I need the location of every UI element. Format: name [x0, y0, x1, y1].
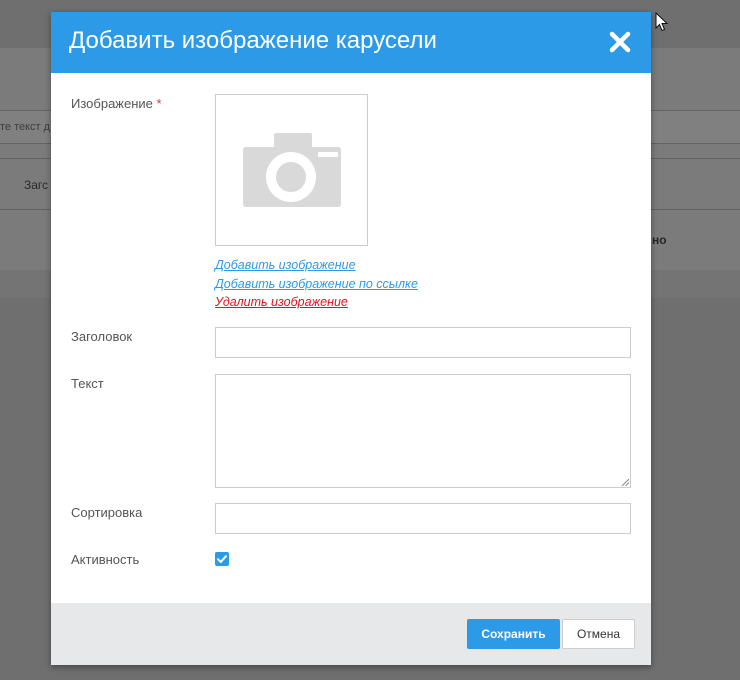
background-right-text: но	[652, 233, 667, 247]
background-row-label: Загс	[24, 178, 49, 192]
text-textarea[interactable]	[215, 374, 631, 488]
title-label: Заголовок	[71, 329, 133, 344]
image-label-text: Изображение	[71, 96, 153, 111]
sort-input[interactable]	[215, 503, 631, 534]
add-image-link[interactable]: Добавить изображение	[215, 258, 356, 272]
active-label: Активность	[71, 552, 140, 567]
camera-icon	[243, 133, 341, 207]
dialog-header: Добавить изображение карусели	[51, 12, 651, 73]
text-label: Текст	[71, 376, 104, 391]
image-label: Изображение *	[71, 96, 162, 111]
background-input-placeholder: те текст д	[0, 121, 51, 133]
mouse-cursor-icon	[655, 12, 669, 32]
title-input[interactable]	[215, 327, 631, 358]
sort-label: Сортировка	[71, 505, 143, 520]
add-image-by-url-link[interactable]: Добавить изображение по ссылке	[215, 277, 418, 291]
image-preview	[215, 94, 368, 246]
close-icon[interactable]	[609, 31, 631, 53]
check-icon	[217, 555, 227, 563]
cancel-button[interactable]: Отмена	[562, 619, 635, 649]
delete-image-link[interactable]: Удалить изображение	[215, 295, 348, 309]
resize-handle-icon[interactable]	[621, 478, 629, 486]
dialog-footer: Сохранить Отмена	[51, 603, 651, 665]
active-checkbox[interactable]	[215, 552, 229, 566]
dialog-title: Добавить изображение карусели	[69, 27, 437, 54]
required-marker: *	[156, 96, 162, 111]
save-button[interactable]: Сохранить	[467, 619, 560, 649]
add-carousel-image-dialog: Добавить изображение карусели Изображени…	[51, 12, 651, 665]
